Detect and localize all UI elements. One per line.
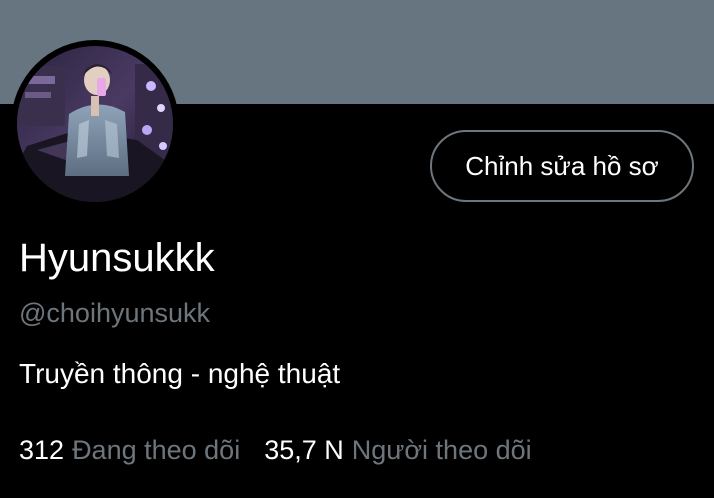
following-count: 312 [19, 435, 65, 465]
display-name: Hyunsukkk [19, 236, 215, 280]
avatar-photo [17, 46, 173, 202]
following-stat[interactable]: 312 Đang theo dõi [19, 432, 240, 468]
follow-stats: 312 Đang theo dõi 35,7 N Người theo dõi [19, 432, 532, 468]
profile-bio: Truyền thông - nghệ thuật [19, 358, 341, 389]
followers-label: Người theo dõi [351, 435, 532, 465]
followers-count: 35,7 N [264, 435, 344, 465]
edit-profile-button[interactable]: Chỉnh sửa hồ sơ [430, 130, 694, 202]
followers-stat[interactable]: 35,7 N Người theo dõi [264, 432, 531, 468]
avatar[interactable] [17, 46, 173, 202]
following-label: Đang theo dõi [72, 435, 241, 465]
user-handle: @choihyunsukk [19, 298, 211, 328]
